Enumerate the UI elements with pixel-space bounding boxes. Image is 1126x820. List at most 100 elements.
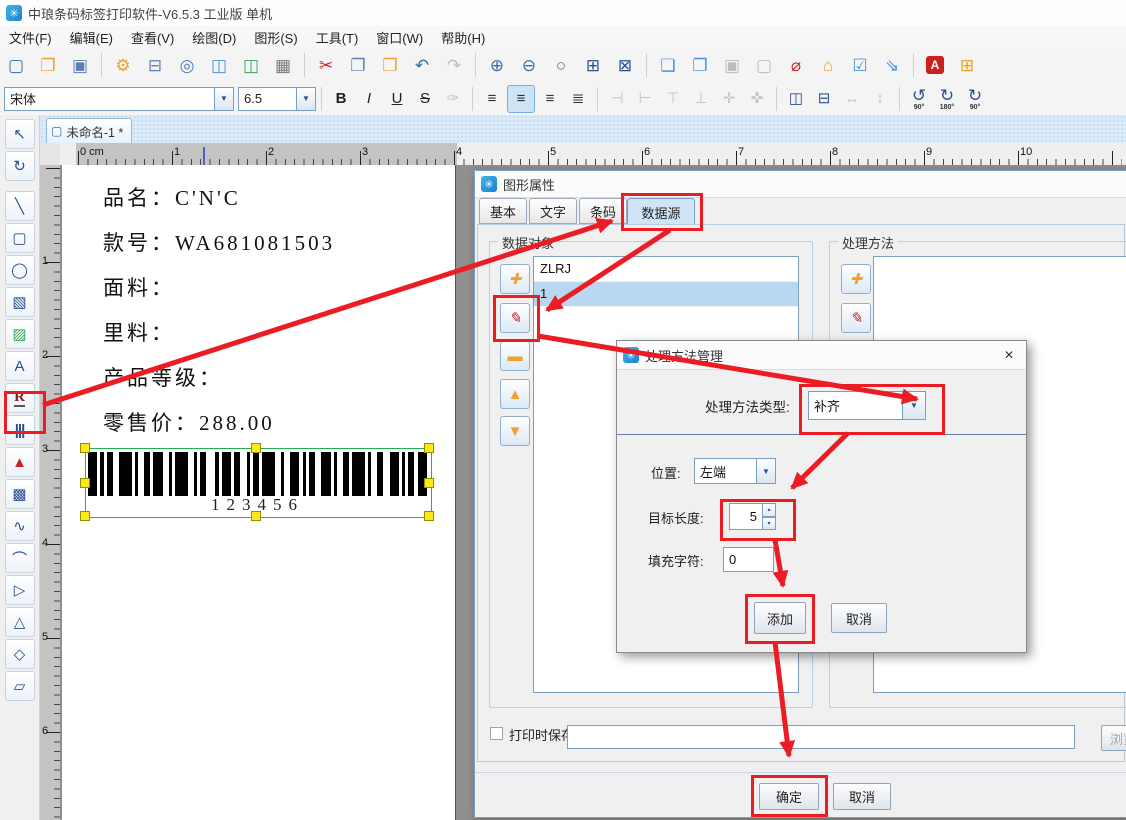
undo-button[interactable]: ↶	[408, 51, 436, 79]
select-tool[interactable]: ↖	[5, 119, 35, 149]
align-bottom-edges-button[interactable]: ⊥	[688, 86, 714, 112]
chevron-down-icon[interactable]: ▼	[296, 88, 315, 110]
move-up-button[interactable]: ▲	[500, 379, 530, 409]
menu-help[interactable]: 帮助(H)	[432, 26, 494, 49]
document-tab[interactable]: ▢ 未命名-1 *	[46, 118, 132, 143]
menu-draw[interactable]: 绘图(D)	[183, 26, 245, 49]
fit-page-button[interactable]: ⊞	[579, 51, 607, 79]
selection-handle-w[interactable]	[80, 478, 90, 488]
rotate-left-90-button[interactable]: ↺90°	[906, 86, 932, 112]
ellipse-tool[interactable]: ◯	[5, 255, 35, 285]
save-button[interactable]: ▣	[66, 51, 94, 79]
align-right-button[interactable]: ≡	[537, 86, 563, 112]
curve-tool[interactable]: ∿	[5, 511, 35, 541]
align-center-h-button[interactable]: ✛	[716, 86, 742, 112]
method-cancel-button[interactable]: 取消	[831, 603, 887, 633]
align-left-edges-button[interactable]: ⊣	[604, 86, 630, 112]
add-data-object-button[interactable]: ✚	[500, 264, 530, 294]
underline-button[interactable]: U	[384, 86, 410, 112]
label-text-line[interactable]: 里料：	[103, 317, 175, 347]
bring-forward-button[interactable]: ❏	[654, 51, 682, 79]
label-text-line[interactable]: 面料：	[103, 272, 175, 302]
rich-text-tool[interactable]: R	[5, 383, 35, 413]
selection-handle-ne[interactable]	[424, 443, 434, 453]
space-horizontal-button[interactable]: ↔	[839, 86, 865, 112]
chevron-down-icon[interactable]: ▼	[902, 391, 926, 420]
spin-up-icon[interactable]: ▴	[762, 503, 776, 517]
confirm-button[interactable]: 确定	[759, 783, 819, 810]
font-size-select[interactable]: 6.5 ▼	[238, 87, 316, 111]
font-family-select[interactable]: 宋体 ▼	[4, 87, 234, 111]
align-left-button[interactable]: ≡	[479, 86, 505, 112]
group-button[interactable]: ▣	[718, 51, 746, 79]
align-top-edges-button[interactable]: ⊤	[660, 86, 686, 112]
open-file-button[interactable]: ❐	[34, 51, 62, 79]
print-save-path-input[interactable]	[567, 725, 1075, 749]
fit-selection-button[interactable]: ⊠	[611, 51, 639, 79]
align-center-v-button[interactable]: ✜	[744, 86, 770, 112]
image-tool[interactable]: ▧	[5, 287, 35, 317]
new-document-button[interactable]: ▢	[2, 51, 30, 79]
rotate-right-90-button[interactable]: ↻90°	[962, 86, 988, 112]
spin-down-icon[interactable]: ▾	[762, 517, 776, 531]
selection-handle-sw[interactable]	[80, 511, 90, 521]
print-save-checkbox[interactable]	[490, 727, 503, 740]
space-vertical-button[interactable]: ↕	[867, 86, 893, 112]
italic-button[interactable]: I	[356, 86, 382, 112]
edit-method-button[interactable]: ✎	[841, 303, 871, 333]
selection-handle-s[interactable]	[251, 511, 261, 521]
cancel-button[interactable]: 取消	[833, 783, 891, 810]
qrcode-tool[interactable]: ▩	[5, 479, 35, 509]
rounded-rect-tool[interactable]: ▢	[5, 223, 35, 253]
cut-button[interactable]: ✂	[312, 51, 340, 79]
rotate-tool[interactable]: ↻	[5, 151, 35, 181]
distribute-button[interactable]: ⇘	[878, 51, 906, 79]
color-image-tool[interactable]: ▨	[5, 319, 35, 349]
polygon-tool[interactable]: ▷	[5, 575, 35, 605]
database-button[interactable]: ◫	[205, 51, 233, 79]
ungroup-button[interactable]: ▢	[750, 51, 778, 79]
barcode-object[interactable]	[88, 452, 427, 496]
close-icon[interactable]: ✕	[999, 346, 1019, 364]
zoom-in-button[interactable]: ⊕	[483, 51, 511, 79]
target-length-spinner[interactable]: ▴ ▾	[762, 503, 776, 530]
menu-file[interactable]: 文件(F)	[0, 26, 61, 49]
selection-handle-se[interactable]	[424, 511, 434, 521]
label-text-line[interactable]: 品名：C'N'C	[103, 182, 241, 212]
zoom-button[interactable]: ○	[547, 51, 575, 79]
add-button[interactable]: 添加	[754, 602, 806, 634]
lock-object-button[interactable]: ⌂	[814, 51, 842, 79]
print-preview-button[interactable]: ◎	[173, 51, 201, 79]
target-length-input[interactable]: 5	[729, 503, 763, 530]
triangle-tool[interactable]: △	[5, 607, 35, 637]
label-text-line[interactable]: 产品等级：	[103, 362, 223, 392]
copy-button[interactable]: ❐	[344, 51, 372, 79]
arc-tool[interactable]: ⌒	[5, 543, 35, 573]
menu-window[interactable]: 窗口(W)	[367, 26, 432, 49]
tab-basic[interactable]: 基本	[479, 198, 527, 224]
database-connect-button[interactable]: ◫	[237, 51, 265, 79]
menu-shape[interactable]: 图形(S)	[245, 26, 306, 49]
calculator-button[interactable]: ⊞	[953, 51, 981, 79]
selection-handle-n[interactable]	[251, 443, 261, 453]
zoom-out-button[interactable]: ⊖	[515, 51, 543, 79]
selection-handle-e[interactable]	[424, 478, 434, 488]
bold-button[interactable]: B	[328, 86, 354, 112]
browse-button[interactable]: 浏览	[1101, 725, 1126, 751]
menu-tools[interactable]: 工具(T)	[307, 26, 368, 49]
center-horizontal-button[interactable]: ◫	[783, 86, 809, 112]
menu-edit[interactable]: 编辑(E)	[61, 26, 122, 49]
list-item[interactable]: 1	[534, 282, 798, 307]
text-tool[interactable]: A	[5, 351, 35, 381]
print-button[interactable]: ⊟	[141, 51, 169, 79]
method-type-select[interactable]: 补齐	[808, 391, 903, 420]
menu-view[interactable]: 查看(V)	[122, 26, 183, 49]
label-text-line[interactable]: 零售价：288.00	[103, 407, 275, 437]
position-select[interactable]: 左端	[694, 458, 757, 484]
barcode-tool[interactable]: |||	[5, 415, 35, 445]
diamond-tool[interactable]: ◇	[5, 639, 35, 669]
rotate-180-button[interactable]: ↻180°	[934, 86, 960, 112]
align-right-edges-button[interactable]: ⊢	[632, 86, 658, 112]
paste-button[interactable]: ❒	[376, 51, 404, 79]
tab-text[interactable]: 文字	[529, 198, 577, 224]
